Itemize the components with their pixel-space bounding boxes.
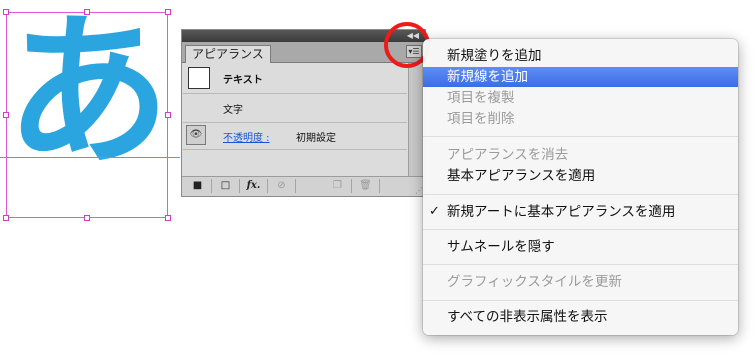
menu-item-add-new-stroke[interactable]: 新規線を追加: [423, 67, 738, 87]
menu-item-reduce-to-basic[interactable]: 基本アピアランスを適用: [423, 166, 738, 186]
menu-item-label: 新規アートに基本アピアランスを適用: [447, 204, 676, 220]
menu-item-clear-appearance: アピアランスを消去: [447, 147, 569, 163]
menu-item-show-all-hidden-attributes[interactable]: すべての非表示属性を表示: [423, 307, 738, 327]
selection-handle-bm[interactable]: [84, 215, 90, 221]
panel-bottom-toolbar: ■ □ fx. ⊘ ❐ 🗑 ⋰: [182, 176, 425, 196]
selection-handle-tm[interactable]: [84, 9, 90, 15]
opacity-value: 初期設定: [296, 133, 336, 144]
menu-item-add-new-fill[interactable]: 新規塗りを追加: [423, 46, 738, 66]
selection-handle-br[interactable]: [165, 215, 171, 221]
new-stroke-icon[interactable]: □: [212, 179, 240, 193]
menu-separator: [423, 300, 738, 301]
new-fill-icon[interactable]: ■: [184, 179, 212, 193]
menu-item-hide-thumbnails[interactable]: サムネールを隠す: [423, 237, 738, 257]
appearance-panel-menu: 新規塗りを追加 新規線を追加 項目を複製 項目を削除 アピアランスを消去 基本ア…: [423, 39, 738, 335]
clear-icon[interactable]: ⊘: [268, 179, 296, 193]
duplicate-icon[interactable]: ❐: [324, 179, 352, 193]
menu-item-duplicate-item: 項目を複製: [447, 90, 515, 106]
selection-handle-tr[interactable]: [165, 9, 171, 15]
menu-item-remove-item: 項目を削除: [447, 111, 515, 127]
tab-appearance[interactable]: アピアランス: [185, 45, 271, 63]
menu-separator: [423, 229, 738, 230]
resize-grip-icon[interactable]: ⋰: [415, 186, 423, 195]
object-thumbnail: [188, 67, 210, 89]
menu-item-redefine-graphic-style: グラフィックスタイルを更新: [447, 274, 622, 290]
selection-handle-tl[interactable]: [3, 9, 9, 15]
list-item-opacity[interactable]: 👁 不透明度 : 初期設定: [183, 123, 407, 150]
selection-handle-bl[interactable]: [3, 215, 9, 221]
selection-bounding-box[interactable]: [6, 12, 168, 218]
row-label: 文字: [223, 105, 243, 116]
canvas-artwork[interactable]: あ: [0, 0, 180, 225]
opacity-link[interactable]: 不透明度 :: [223, 129, 270, 144]
menu-separator: [423, 194, 738, 195]
trash-icon[interactable]: 🗑: [352, 179, 380, 193]
checkmark-icon: ✓: [429, 204, 440, 219]
fx-icon[interactable]: fx.: [240, 179, 268, 193]
baseline-guide: [0, 157, 180, 158]
selection-handle-ml[interactable]: [3, 112, 9, 118]
menu-separator: [423, 264, 738, 265]
menu-item-new-art-basic-appearance[interactable]: ✓ 新規アートに基本アピアランスを適用: [423, 202, 738, 222]
menu-separator: [423, 136, 738, 137]
list-item-characters[interactable]: 文字: [183, 94, 407, 123]
eye-icon[interactable]: 👁: [186, 125, 206, 145]
selection-handle-mr[interactable]: [165, 112, 171, 118]
appearance-list: テキスト 文字 👁 不透明度 : 初期設定: [183, 63, 407, 177]
row-label: テキスト: [223, 75, 263, 86]
list-item-text-object[interactable]: テキスト: [183, 63, 407, 94]
